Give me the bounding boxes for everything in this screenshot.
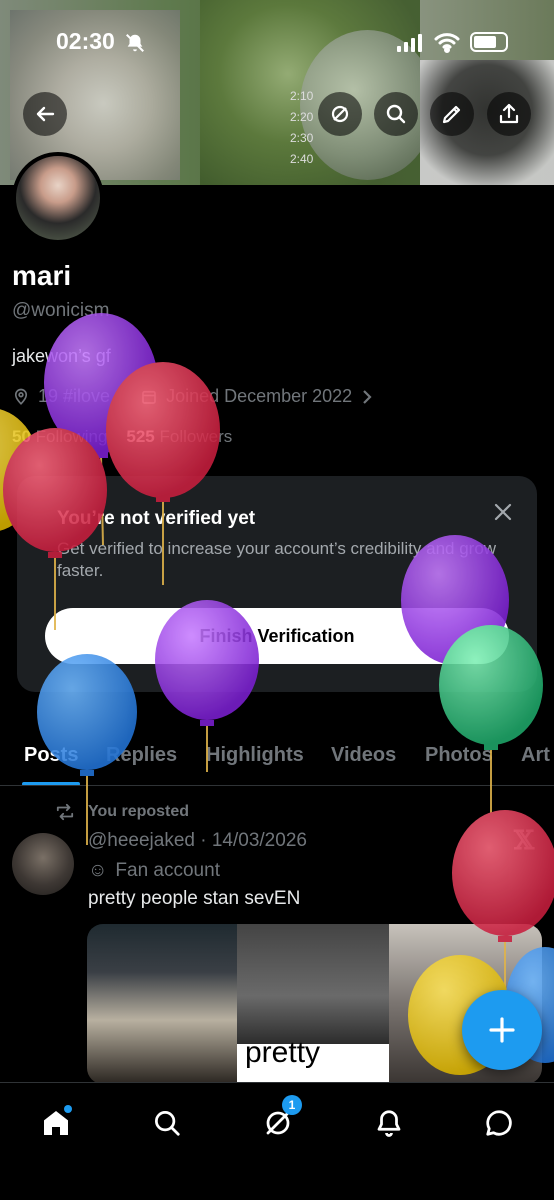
post-media-image[interactable] <box>87 924 237 1084</box>
repost-label: You reposted <box>88 803 190 820</box>
location-icon <box>14 388 28 405</box>
back-icon <box>36 106 55 122</box>
wifi-icon <box>434 33 460 53</box>
post-author-avatar[interactable] <box>12 833 74 895</box>
bottom-navigation: 1 <box>0 1082 554 1200</box>
profile-joined: Joined December 2022 <box>166 386 353 406</box>
profile-avatar[interactable] <box>12 152 104 244</box>
profile-tabs: Posts Replies Highlights Videos Photos A… <box>0 738 554 786</box>
calendar-icon <box>142 390 156 404</box>
back-button[interactable] <box>23 92 67 136</box>
followers-label: Followers <box>159 427 233 446</box>
post-media-image[interactable]: pretty <box>237 924 389 1084</box>
following-count: 50 <box>12 427 31 446</box>
masks-icon: ☺ <box>88 860 108 881</box>
x-logo-icon: 𝕏 <box>514 826 535 856</box>
profile-bio: jakewon’s gf <box>12 346 111 366</box>
tab-active-indicator <box>22 782 80 785</box>
following-link[interactable]: 50 Following <box>12 427 107 446</box>
home-notification-dot <box>64 1105 72 1113</box>
fan-account-badge: ☺ Fan account <box>88 860 220 882</box>
tab-replies[interactable]: Replies <box>106 744 177 767</box>
following-label: Following <box>35 427 108 446</box>
repost-icon <box>56 803 74 821</box>
verification-title: You’re not verified yet <box>57 508 256 529</box>
timeline-label: 2:20 <box>290 110 314 124</box>
compose-button[interactable] <box>462 990 542 1070</box>
search-icon <box>386 104 406 124</box>
status-bar: 02:30 <box>0 26 554 60</box>
timeline-label: 2:30 <box>290 131 314 145</box>
close-icon[interactable] <box>491 500 515 524</box>
status-time: 02:30 <box>56 28 115 54</box>
followers-link[interactable]: 525 Followers <box>126 427 232 446</box>
profile-handle: @wonicism <box>12 300 110 321</box>
tab-posts[interactable]: Posts <box>24 744 78 767</box>
share-button[interactable] <box>487 92 531 136</box>
verification-description: Get verified to increase your account’s … <box>57 539 497 580</box>
timeline-label: 2:40 <box>290 152 314 166</box>
repost-indicator: You reposted <box>54 803 189 821</box>
tab-photos[interactable]: Photos <box>425 744 493 767</box>
nav-grok[interactable]: 1 <box>256 1095 302 1145</box>
silent-bell-icon <box>126 34 144 52</box>
edit-button[interactable] <box>430 92 474 136</box>
finish-verification-button[interactable]: Finish Verification <box>45 608 509 664</box>
profile-meta: 19 #ilove Joined December 2022 <box>12 386 374 407</box>
post-text: pretty people stan sevEN <box>88 888 301 909</box>
explore-icon <box>155 1111 180 1136</box>
profile-name: mari <box>12 260 72 291</box>
nav-messages[interactable] <box>477 1101 521 1145</box>
tab-videos[interactable]: Videos <box>331 744 396 767</box>
post-meta[interactable]: @heeejaked · 14/03/2026 <box>88 830 307 852</box>
followers-count: 525 <box>126 427 155 446</box>
no-filter-icon <box>331 105 349 123</box>
tab-art[interactable]: Art <box>521 744 550 767</box>
search-button[interactable] <box>374 92 418 136</box>
media-caption: pretty <box>245 1036 321 1069</box>
chevron-right-icon[interactable] <box>360 388 374 406</box>
no-filter-button[interactable] <box>318 92 362 136</box>
battery-icon <box>470 32 508 52</box>
notifications-icon <box>377 1110 401 1137</box>
verification-card: You’re not verified yet Get verified to … <box>17 476 537 692</box>
cellular-signal-icon <box>397 34 422 52</box>
fan-account-label: Fan account <box>115 860 220 881</box>
timeline-label: 2:10 <box>290 89 314 103</box>
messages-badge: 1 <box>282 1095 302 1115</box>
messages-icon <box>486 1110 512 1136</box>
plus-icon <box>489 1017 515 1043</box>
nav-notifications[interactable] <box>367 1101 411 1145</box>
edit-icon <box>442 105 461 124</box>
nav-explore[interactable] <box>145 1101 189 1145</box>
banner-timeline: 2:10 2:20 2:30 2:40 <box>290 86 313 170</box>
nav-home[interactable] <box>34 1101 78 1145</box>
profile-location: 19 #ilove <box>38 386 111 406</box>
tab-highlights[interactable]: Highlights <box>206 744 304 767</box>
profile-follow-stats: 50 Following 525 Followers <box>12 427 232 447</box>
share-icon <box>499 103 519 124</box>
